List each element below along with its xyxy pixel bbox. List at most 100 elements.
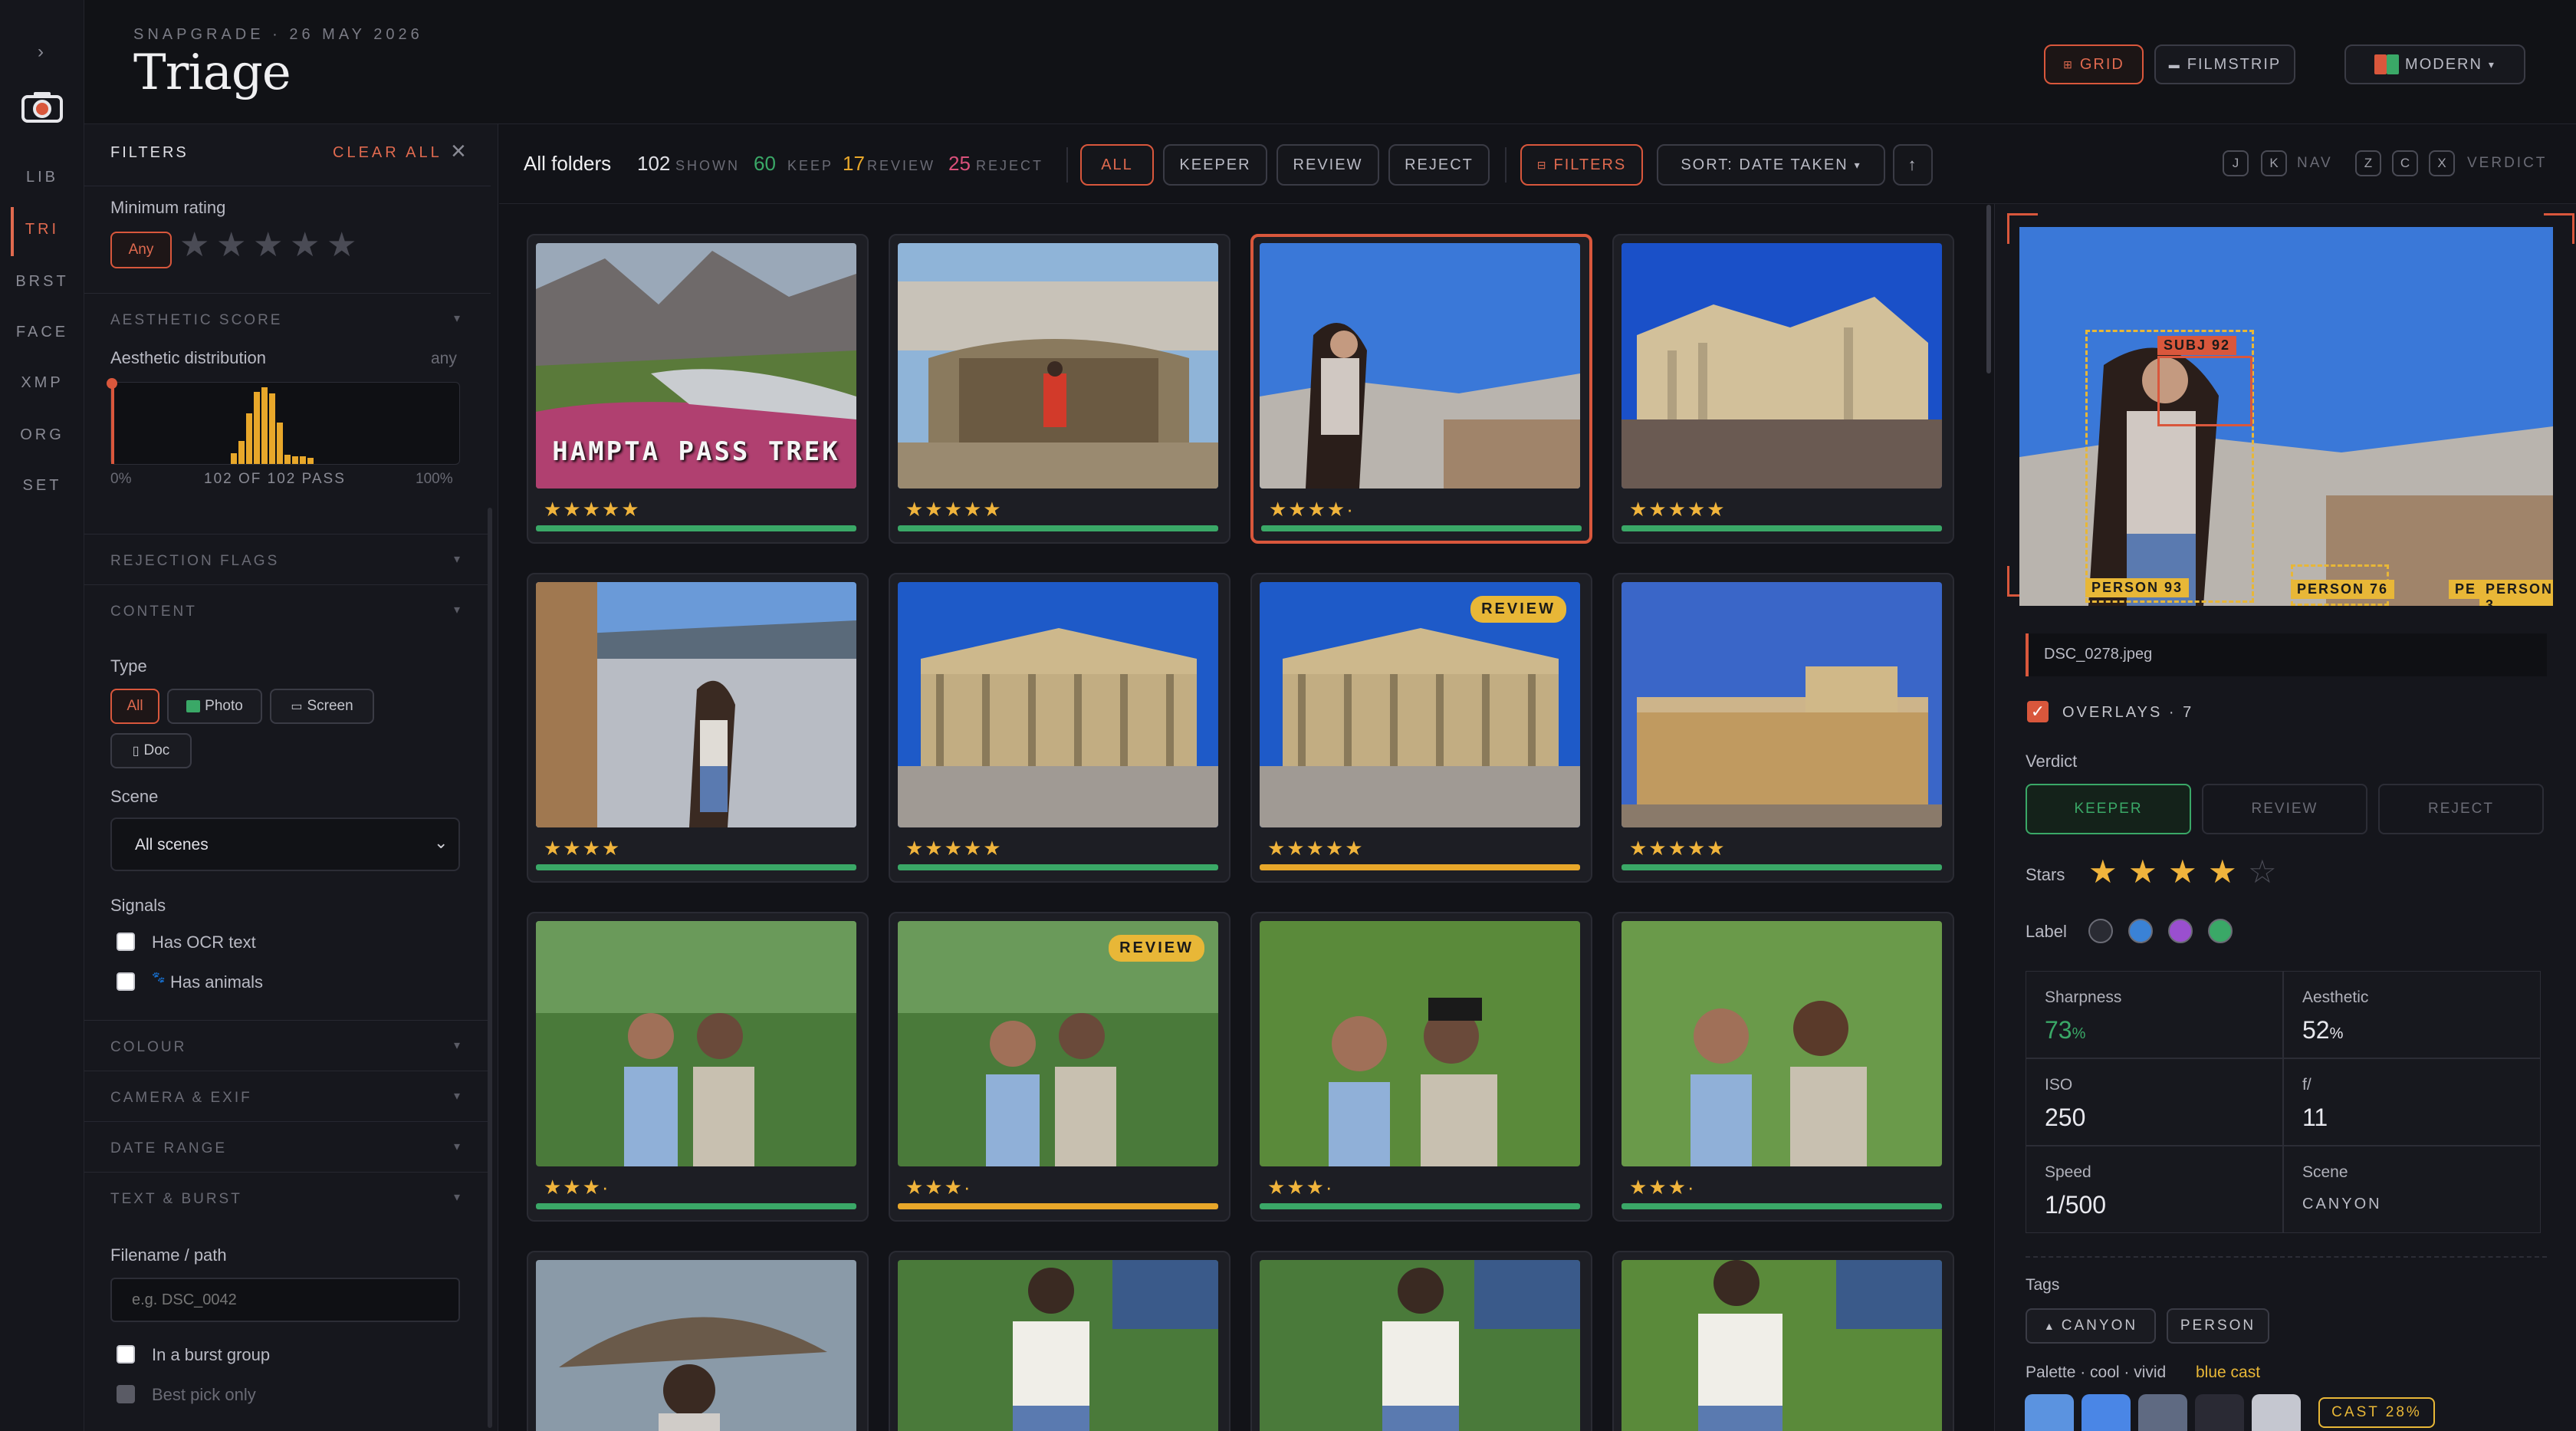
photo-card[interactable] [889, 1251, 1230, 1431]
color-label-dot[interactable] [2088, 919, 2113, 943]
filters-scrollbar[interactable] [488, 508, 492, 1428]
photo-card[interactable]: REVIEW ★★★★★ [1250, 573, 1592, 883]
photo-card[interactable] [1250, 1251, 1592, 1431]
chevron-icon: ▾ [453, 604, 460, 617]
rail-toggle[interactable]: › [0, 41, 84, 63]
keep-label: KEEP [787, 158, 834, 173]
close-icon[interactable]: × [451, 137, 466, 166]
min-rating-any[interactable]: Any [110, 232, 172, 268]
overlays-checkbox[interactable]: ✓ [2027, 701, 2049, 722]
tab-review[interactable]: REVIEW [1276, 144, 1379, 186]
tag-person[interactable]: PERSON [2167, 1308, 2269, 1344]
tab-reject[interactable]: REJECT [1388, 144, 1490, 186]
photo-card[interactable] [1612, 1251, 1954, 1431]
photo-card[interactable]: REVIEW ★★★· [889, 912, 1230, 1222]
rail-item-face[interactable]: FACE [0, 324, 84, 341]
burst-group-checkbox[interactable] [117, 1345, 135, 1364]
rating-star-4[interactable]: ★ [290, 225, 320, 265]
stars-label: Stars [2026, 865, 2065, 884]
tab-keeper[interactable]: KEEPER [1163, 144, 1267, 186]
scene-select[interactable]: All scenes ⌄ [110, 817, 460, 871]
photo-card[interactable]: ★★★· [527, 912, 869, 1222]
photo-card[interactable]: ★★★★★ [889, 234, 1230, 544]
photo-card[interactable]: ★★★★★ [1612, 573, 1954, 883]
theme-select[interactable]: MODERN ▾ [2344, 44, 2525, 84]
inspector-star-4[interactable]: ★ [2208, 853, 2237, 890]
rail-item-lib[interactable]: LIB [0, 169, 84, 186]
type-all[interactable]: All [110, 689, 159, 724]
grid-scrollbar[interactable] [1986, 205, 1991, 373]
rail-item-org[interactable]: ORG [0, 426, 84, 444]
tab-all[interactable]: ALL [1080, 144, 1154, 186]
color-label-dot[interactable] [2168, 919, 2193, 943]
reject-label: REJECT [976, 158, 1044, 173]
filename-field[interactable]: DSC_0278.jpeg [2026, 633, 2547, 676]
has-ocr-checkbox[interactable] [117, 933, 135, 951]
colour-section[interactable]: COLOUR ▾ [84, 1020, 491, 1071]
rail-item-brst[interactable]: BRST [0, 273, 84, 291]
rating-star-5[interactable]: ★ [327, 225, 356, 265]
metric-value: 11 [2302, 1104, 2328, 1131]
best-pick-checkbox[interactable] [117, 1385, 135, 1403]
type-label: Type [110, 656, 147, 676]
photo-card[interactable]: HAMPTA PASS TREK ★★★★★ [527, 234, 869, 544]
card-status-bar [536, 525, 856, 531]
histogram-bars [231, 387, 314, 464]
rejection-flags-section[interactable]: REJECTION FLAGS ▾ [84, 534, 491, 584]
metric-aperture: f/11 [2283, 1058, 2541, 1146]
date-range-section[interactable]: DATE RANGE ▾ [84, 1121, 491, 1172]
tag-canyon[interactable]: ▲ CANYON [2026, 1308, 2156, 1344]
aesthetic-histogram[interactable] [107, 378, 460, 465]
rating-star-2[interactable]: ★ [216, 225, 246, 265]
sort-direction-button[interactable]: ↑ [1893, 144, 1933, 186]
hist-min-label: 0% [110, 471, 132, 487]
inspector-star-2[interactable]: ★ [2128, 853, 2157, 890]
has-animals-label: Has animals [170, 972, 264, 992]
verdict-keeper-button[interactable]: KEEPER [2026, 784, 2191, 834]
verdict-review-button[interactable]: REVIEW [2202, 784, 2367, 834]
sort-select[interactable]: SORT: DATE TAKEN ▾ [1657, 144, 1885, 186]
type-photo[interactable]: Photo [167, 689, 262, 724]
inspector-star-5[interactable]: ☆ [2248, 853, 2277, 890]
rail-item-tri[interactable]: TRI [0, 221, 84, 238]
photo-card[interactable]: ★★★★★ [1612, 234, 1954, 544]
photo-card[interactable]: ★★★· [1250, 912, 1592, 1222]
inspector-star-1[interactable]: ★ [2088, 853, 2118, 890]
type-screen[interactable]: ▭ Screen [270, 689, 374, 724]
folder-label[interactable]: All folders [524, 152, 611, 176]
colour-title: COLOUR [110, 1039, 187, 1055]
camera-exif-section[interactable]: CAMERA & EXIF ▾ [84, 1071, 491, 1121]
filmstrip-view-button[interactable]: ▬ FILMSTRIP [2154, 44, 2295, 84]
photo-card[interactable]: ★★★★★ [889, 573, 1230, 883]
text-burst-section[interactable]: TEXT & BURST ▾ [84, 1172, 491, 1222]
monitor-icon: ▭ [291, 700, 303, 713]
color-label-dot[interactable] [2128, 919, 2153, 943]
photo-card[interactable]: ★★★★ [527, 573, 869, 883]
has-animals-checkbox[interactable] [117, 972, 135, 991]
inspector-star-3[interactable]: ★ [2168, 853, 2197, 890]
photo-thumbnail [1260, 1260, 1580, 1431]
clear-all-button[interactable]: CLEAR ALL [333, 144, 442, 162]
photo-card-selected[interactable]: ★★★★· [1250, 234, 1592, 544]
photo-thumbnail [1622, 582, 1942, 827]
verdict-reject-button[interactable]: REJECT [2378, 784, 2544, 834]
photo-thumbnail [1622, 1260, 1942, 1431]
photo-card[interactable] [527, 1251, 869, 1431]
color-label-dot[interactable] [2208, 919, 2233, 943]
rating-star-3[interactable]: ★ [253, 225, 283, 265]
grid-view-button[interactable]: ⊞ GRID [2044, 44, 2144, 84]
rail-item-xmp[interactable]: XMP [0, 374, 84, 392]
filename-input[interactable] [110, 1278, 460, 1322]
photo-card[interactable]: ★★★· [1612, 912, 1954, 1222]
review-badge: REVIEW [1470, 596, 1566, 623]
rating-star-1[interactable]: ★ [179, 225, 209, 265]
card-stars: ★★★★· [1269, 498, 1355, 521]
metric-value: 73% [2045, 1016, 2085, 1044]
content-section[interactable]: CONTENT ▾ [84, 584, 491, 635]
type-doc[interactable]: ▯ Doc [110, 733, 192, 768]
rail-item-set[interactable]: SET [0, 477, 84, 495]
filters-button[interactable]: ⊟ FILTERS [1520, 144, 1643, 186]
aesthetic-score-section[interactable]: AESTHETIC SCORE ▾ [84, 293, 491, 344]
preview-image[interactable]: SUBJ 92 PERSON 93 PERSON 76 PE PERSON 3 [2019, 227, 2553, 606]
grid-icon: ⊞ [2063, 58, 2074, 71]
